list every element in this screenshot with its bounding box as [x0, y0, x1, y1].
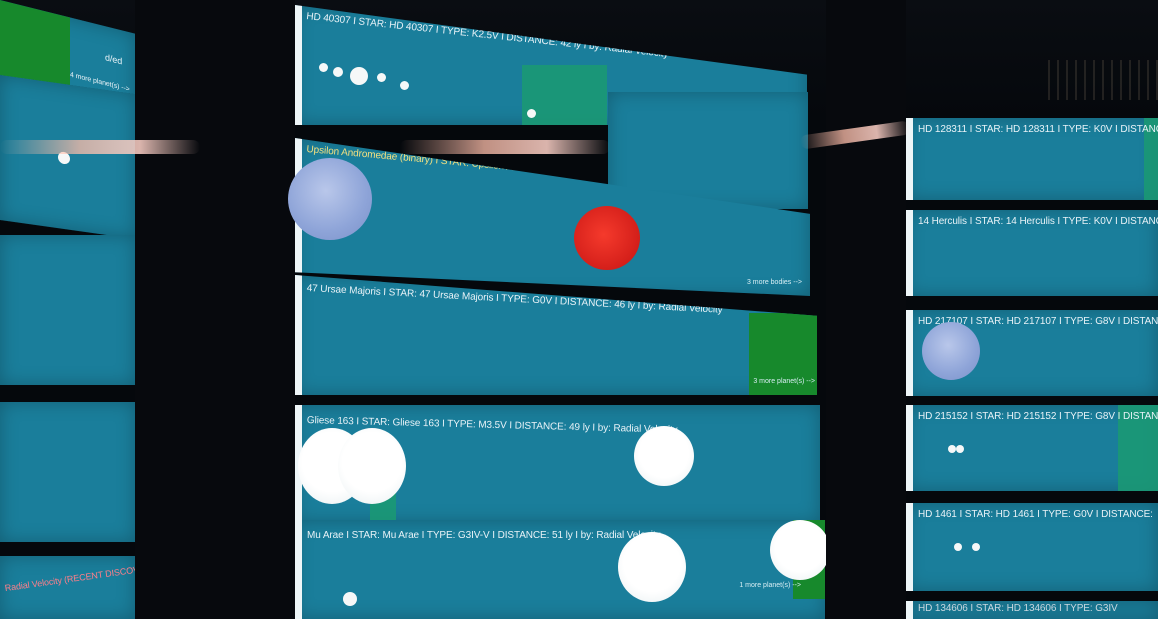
blue-planet-right [922, 322, 980, 380]
exoplanet-display-wall: d/ed 4 more planet(s) --> Radial Velocit… [0, 0, 1158, 619]
panel-hd215152: HD 215152 I STAR: HD 215152 I TYPE: G8V … [906, 405, 1158, 491]
pillar-left [135, 0, 295, 619]
white-planet-5 [770, 520, 830, 580]
panel-muarae-title: Mu Arae I STAR: Mu Arae I TYPE: G3IV-V I… [307, 530, 661, 541]
panel-ursae: 47 Ursae Majoris I STAR: 47 Ursae Majori… [295, 275, 817, 395]
panel-muarae: Mu Arae I STAR: Mu Arae I TYPE: G3IV-V I… [295, 520, 825, 619]
panel-herculis: 14 Herculis I STAR: 14 Herculis I TYPE: … [906, 210, 1158, 296]
left-panel-4 [0, 402, 135, 542]
white-planet-4 [618, 532, 686, 602]
pillar-right [826, 0, 906, 619]
left-panel-5: Radial Velocity (RECENT DISCOVERY !) [0, 556, 135, 619]
blue-planet [288, 158, 372, 240]
left-bottom-label: Radial Velocity (RECENT DISCOVERY !) [4, 561, 135, 594]
white-planet-2 [338, 428, 406, 504]
white-planet-3 [634, 426, 694, 486]
panel-hd1461: HD 1461 I STAR: HD 1461 I TYPE: G0V I DI… [906, 503, 1158, 591]
panel-bottom-right: HD 134606 I STAR: HD 134606 I TYPE: G3IV [906, 601, 1158, 619]
left-panel-3 [0, 235, 135, 385]
ceiling-truss [1048, 60, 1158, 100]
light-reflection-1 [0, 140, 200, 154]
light-reflection-2 [400, 140, 610, 154]
red-planet [574, 206, 640, 270]
panel-hd128311: HD 128311 I STAR: HD 128311 I TYPE: K0V … [906, 118, 1158, 200]
left-panel-2 [0, 75, 135, 239]
